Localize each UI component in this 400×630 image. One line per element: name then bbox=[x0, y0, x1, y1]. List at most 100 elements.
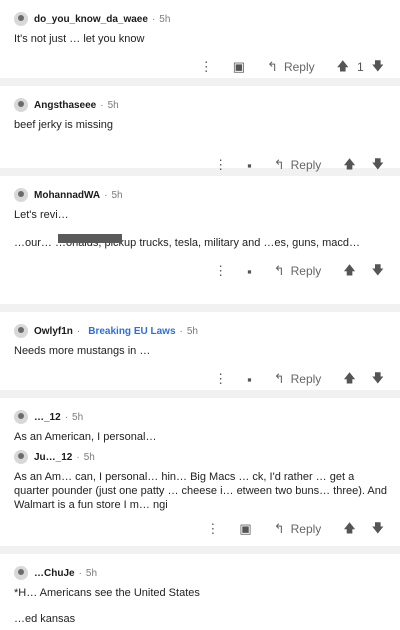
meta-separator: · bbox=[76, 325, 81, 337]
reply-label: Reply bbox=[290, 522, 322, 536]
comment-time: 5h bbox=[107, 99, 119, 111]
upvote-icon[interactable]: 🡅 bbox=[337, 57, 349, 78]
comment-author[interactable]: Angsthaseee bbox=[34, 100, 96, 111]
reply-button[interactable]: ↰ Reply bbox=[267, 59, 315, 75]
comment-actions: ⋮ ▪ ↰ Reply 🡅 🡇 bbox=[14, 256, 388, 286]
comment-body-continued: …ed kansas bbox=[14, 613, 76, 625]
comment-time: 5h bbox=[159, 13, 171, 25]
vote-control: 🡅 1 🡇 bbox=[333, 57, 388, 78]
comment-actions: ⋮ ▣ ↰ Reply 🡅 🡇 bbox=[14, 514, 388, 544]
comment-divider bbox=[0, 546, 400, 554]
comment-meta: do_you_know_da_waee · 5h bbox=[14, 10, 388, 28]
reply-arrow-icon: ↰ bbox=[273, 263, 285, 278]
reply-button[interactable]: ↰ Reply bbox=[274, 157, 322, 173]
comment-meta: Angsthaseee · 5h bbox=[14, 96, 388, 114]
comment-body: *H… Americans see the United States bbox=[14, 587, 200, 599]
vote-control: 🡅 🡇 bbox=[339, 519, 388, 540]
comment-body: It's not just … let you know bbox=[14, 33, 145, 45]
more-options-icon[interactable]: ⋮ bbox=[214, 371, 227, 387]
vote-control: 🡅 🡇 bbox=[339, 261, 388, 282]
meta-separator: · bbox=[76, 451, 80, 463]
reply-button[interactable]: ↰ Reply bbox=[274, 521, 322, 537]
comment-time: 5h bbox=[72, 411, 84, 423]
more-options-icon[interactable]: ⋮ bbox=[214, 263, 227, 279]
avatar[interactable] bbox=[14, 566, 28, 580]
more-options-icon[interactable]: ⋮ bbox=[206, 521, 219, 537]
comment: …ChuJe · 5h *H… Americans see the United… bbox=[0, 554, 400, 625]
comment-body: Let's revi… bbox=[14, 209, 69, 221]
downvote-icon[interactable]: 🡇 bbox=[372, 155, 384, 176]
reply-arrow-icon: ↰ bbox=[273, 371, 285, 386]
downvote-icon[interactable]: 🡇 bbox=[372, 57, 384, 78]
comment: Owlyf1n · Breaking EU Laws · 5h Needs mo… bbox=[0, 312, 400, 390]
avatar[interactable] bbox=[14, 188, 28, 202]
reply-label: Reply bbox=[290, 264, 322, 278]
comment-author[interactable]: MohannadWA bbox=[34, 190, 100, 201]
avatar[interactable] bbox=[14, 410, 28, 424]
meta-separator: · bbox=[104, 189, 108, 201]
downvote-icon[interactable]: 🡇 bbox=[372, 369, 384, 390]
reply-button[interactable]: ↰ Reply bbox=[274, 263, 322, 279]
award-icon[interactable]: ▪ bbox=[247, 158, 252, 173]
meta-separator: · bbox=[179, 325, 183, 337]
meta-separator: · bbox=[78, 567, 82, 579]
comment-author[interactable]: Ju…_12 bbox=[34, 452, 72, 463]
reply-arrow-icon: ↰ bbox=[273, 521, 285, 536]
upvote-icon[interactable]: 🡅 bbox=[343, 519, 355, 540]
comment: do_you_know_da_waee · 5h It's not just …… bbox=[0, 0, 400, 78]
redaction-bar bbox=[58, 234, 122, 243]
comment-time: 5h bbox=[186, 325, 198, 337]
comment-meta: MohannadWA · 5h bbox=[14, 186, 388, 204]
comment-time: 5h bbox=[85, 567, 98, 579]
upvote-icon[interactable]: 🡅 bbox=[343, 369, 355, 390]
meta-separator: · bbox=[151, 13, 156, 25]
downvote-icon[interactable]: 🡇 bbox=[372, 261, 384, 282]
more-options-icon[interactable]: ⋮ bbox=[200, 59, 213, 75]
comment-meta: …ChuJe · 5h bbox=[14, 564, 388, 582]
comment-body: beef jerky is missing bbox=[14, 119, 114, 131]
meta-separator: · bbox=[100, 99, 104, 111]
upvote-icon[interactable]: 🡅 bbox=[343, 261, 355, 282]
comment-meta: Ju…_12 · 5h bbox=[14, 448, 388, 466]
reply-label: Reply bbox=[290, 158, 322, 172]
comment-meta: …_12 · 5h bbox=[14, 408, 388, 426]
comment-meta: Owlyf1n · Breaking EU Laws · 5h bbox=[14, 322, 388, 340]
comment-body: Needs more mustangs in … bbox=[14, 345, 151, 357]
meta-separator: · bbox=[64, 411, 69, 423]
avatar[interactable] bbox=[14, 12, 28, 26]
reply-label: Reply bbox=[283, 60, 315, 74]
comment-author[interactable]: do_you_know_da_waee bbox=[34, 14, 148, 25]
vote-control: 🡅 🡇 bbox=[339, 155, 388, 176]
award-icon[interactable]: ▣ bbox=[239, 521, 251, 537]
award-icon[interactable]: ▪ bbox=[247, 372, 252, 387]
comment-body: As an Am… can, I personal… hin… Big Macs… bbox=[14, 471, 387, 511]
reply-arrow-icon: ↰ bbox=[267, 59, 278, 74]
avatar[interactable] bbox=[14, 324, 28, 338]
award-icon[interactable]: ▣ bbox=[233, 59, 245, 75]
vote-control: 🡅 🡇 bbox=[339, 369, 388, 390]
vote-count: 1 bbox=[356, 60, 364, 74]
comment-time: 5h bbox=[111, 189, 123, 201]
reply-arrow-icon: ↰ bbox=[273, 157, 285, 172]
user-flair: Breaking EU Laws bbox=[88, 325, 176, 337]
upvote-icon[interactable]: 🡅 bbox=[343, 155, 355, 176]
avatar[interactable] bbox=[14, 450, 28, 464]
award-icon[interactable]: ▪ bbox=[247, 264, 252, 279]
reply-button[interactable]: ↰ Reply bbox=[274, 371, 322, 387]
comment-time: 5h bbox=[83, 451, 95, 463]
comment-divider bbox=[0, 304, 400, 312]
reply-label: Reply bbox=[290, 372, 322, 386]
comment-author[interactable]: Owlyf1n bbox=[34, 326, 73, 337]
comment: …_12 · 5h As an American, I personal… bbox=[0, 398, 400, 443]
more-options-icon[interactable]: ⋮ bbox=[214, 157, 227, 173]
comment-author[interactable]: …_12 bbox=[34, 412, 61, 423]
avatar[interactable] bbox=[14, 98, 28, 112]
comment: Angsthaseee · 5h beef jerky is missing ⋮… bbox=[0, 86, 400, 173]
downvote-icon[interactable]: 🡇 bbox=[372, 519, 384, 540]
comment-author[interactable]: …ChuJe bbox=[34, 568, 75, 579]
comment-feed: do_you_know_da_waee · 5h It's not just …… bbox=[0, 0, 400, 630]
comment-actions: ⋮ ▣ ↰ Reply 🡅 1 🡇 bbox=[14, 52, 388, 82]
comment-actions: ⋮ ▪ ↰ Reply 🡅 🡇 bbox=[14, 364, 388, 394]
comment: Ju…_12 · 5h As an Am… can, I personal… h… bbox=[0, 438, 400, 546]
comment: MohannadWA · 5h Let's revi… …our… …onald… bbox=[0, 176, 400, 304]
